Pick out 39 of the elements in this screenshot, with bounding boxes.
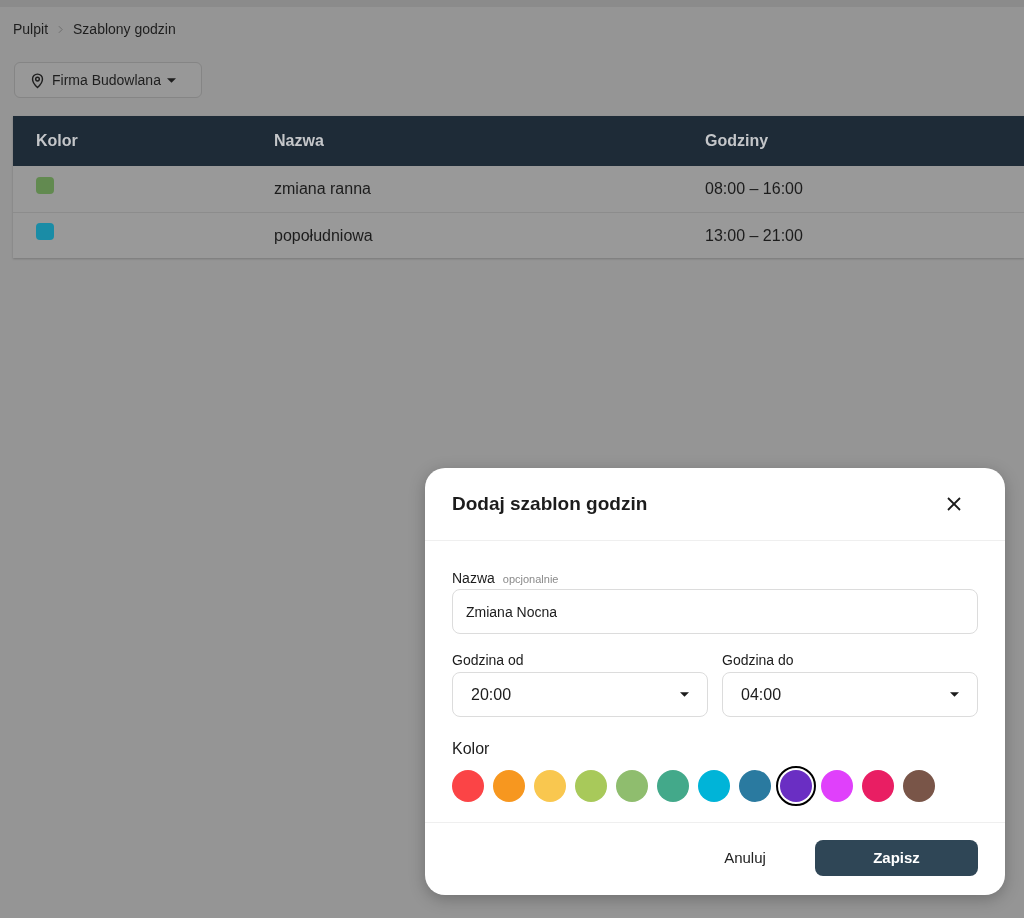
table-cell-text: 13:00 – 21:00 (704, 225, 804, 246)
time-select[interactable]: 20:00 (452, 672, 708, 717)
field-label: Godzina od (452, 651, 525, 670)
column-header: Nazwa (273, 131, 325, 151)
color-option-icon[interactable] (698, 770, 730, 802)
breadcrumb-link[interactable]: Pulpit (13, 18, 49, 40)
location-dropdown[interactable]: Firma Budowlana (14, 62, 202, 98)
field-label: Nazwa (452, 569, 495, 588)
column-header: Godziny (704, 131, 770, 151)
color-option-icon[interactable] (903, 770, 935, 802)
column-header: Kolor (35, 131, 79, 151)
field-hint: opcjonalnie (502, 572, 559, 587)
caret-icon (950, 692, 959, 697)
color-option-icon[interactable] (776, 766, 816, 806)
color-option-icon[interactable] (616, 770, 648, 802)
dialog-title: Dodaj szablon godzin (452, 491, 648, 516)
caret-icon (166, 77, 176, 83)
breadcrumb-current: Szablony godzin (73, 19, 176, 39)
time-select[interactable]: 04:00 (722, 672, 978, 717)
color-option-icon[interactable] (657, 770, 689, 802)
name-input[interactable]: Zmiana Nocna (452, 589, 978, 634)
color-option-icon[interactable] (575, 770, 607, 802)
color-option-icon[interactable] (862, 770, 894, 802)
caret-icon (680, 692, 689, 697)
close-icon[interactable] (947, 497, 961, 511)
color-option-icon[interactable] (452, 770, 484, 802)
map-pin-icon (29, 71, 46, 89)
color-option-icon[interactable] (534, 770, 566, 802)
table-cell-text: popołudniowa (273, 225, 374, 246)
cancel-button[interactable]: Anuluj (685, 840, 805, 876)
color-option-icon[interactable] (493, 770, 525, 802)
color-option-icon[interactable] (821, 770, 853, 802)
color-label: Kolor (452, 739, 491, 759)
color-option-icon[interactable] (739, 770, 771, 802)
chevron-right-icon (58, 24, 64, 34)
field-label: Godzina do (722, 651, 795, 670)
table-cell-text: zmiana ranna (273, 179, 372, 199)
table-cell-text: 08:00 – 16:00 (704, 179, 804, 199)
save-button[interactable]: Zapisz (815, 840, 978, 876)
